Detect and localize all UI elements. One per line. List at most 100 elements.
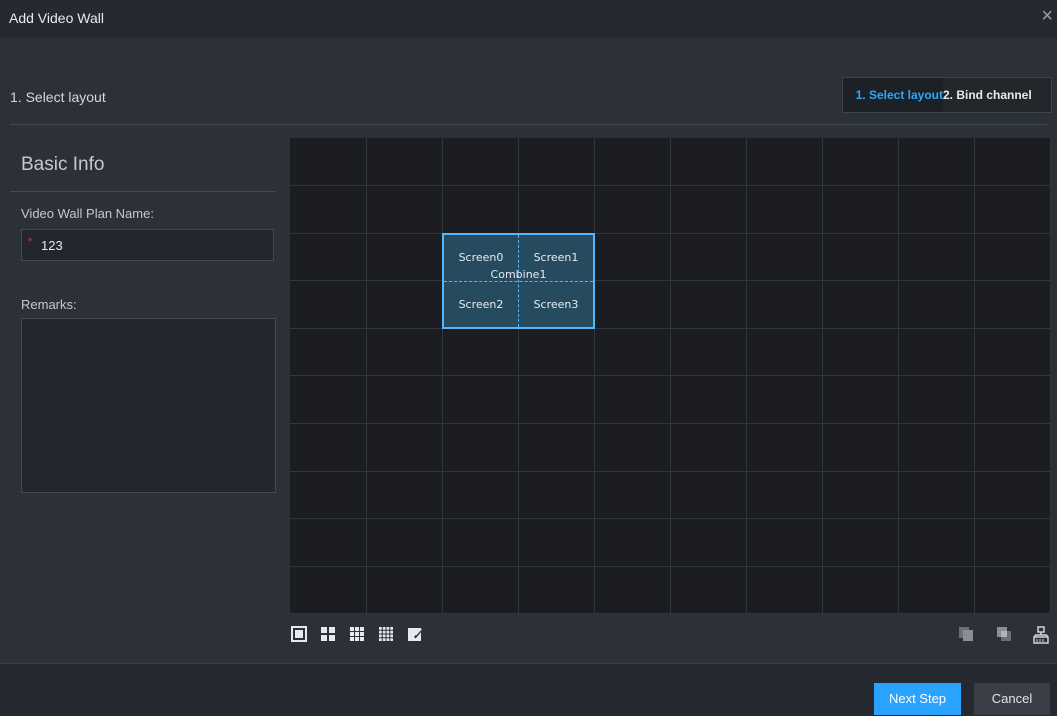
wall-grid-cell[interactable] [442, 376, 519, 425]
merge-icon[interactable] [996, 626, 1012, 642]
wall-grid-cell[interactable] [670, 138, 747, 187]
wall-grid-cell[interactable] [366, 566, 443, 615]
close-icon[interactable]: × [1041, 6, 1053, 26]
wall-grid-cell[interactable] [518, 471, 595, 520]
wall-grid-cell[interactable] [974, 471, 1051, 520]
wall-grid-cell[interactable] [898, 185, 975, 234]
wall-grid-cell[interactable] [442, 566, 519, 615]
wall-grid-cell[interactable] [746, 423, 823, 472]
wall-grid-cell[interactable] [670, 233, 747, 282]
wall-grid-cell[interactable] [974, 423, 1051, 472]
wall-grid-cell[interactable] [822, 280, 899, 329]
video-wall-grid[interactable]: Screen0 Screen1 Screen2 Screen3 Combine1 [290, 138, 1051, 615]
wall-grid-cell[interactable] [594, 280, 671, 329]
wall-grid-cell[interactable] [518, 328, 595, 377]
copy-icon[interactable] [958, 626, 974, 642]
wall-grid-cell[interactable] [518, 376, 595, 425]
wall-grid-cell[interactable] [670, 518, 747, 567]
wall-grid-cell[interactable] [746, 471, 823, 520]
wall-grid-cell[interactable] [366, 138, 443, 187]
wall-grid-cell[interactable] [822, 233, 899, 282]
wall-grid-cell[interactable] [366, 423, 443, 472]
wall-grid-cell[interactable] [290, 233, 367, 282]
wall-grid-cell[interactable] [594, 518, 671, 567]
wall-grid-cell[interactable] [518, 185, 595, 234]
wall-grid-cell[interactable] [746, 518, 823, 567]
wall-grid-cell[interactable] [898, 328, 975, 377]
sixteen-split-icon[interactable] [378, 626, 394, 642]
wall-grid-cell[interactable] [594, 376, 671, 425]
wall-grid-cell[interactable] [670, 328, 747, 377]
wall-grid-cell[interactable] [594, 566, 671, 615]
wall-grid-cell[interactable] [898, 566, 975, 615]
wall-grid-cell[interactable] [974, 376, 1051, 425]
wall-grid-cell[interactable] [670, 566, 747, 615]
wall-grid-cell[interactable] [898, 518, 975, 567]
wall-grid-cell[interactable] [518, 423, 595, 472]
wall-grid-cell[interactable] [518, 138, 595, 187]
wall-grid-cell[interactable] [822, 376, 899, 425]
wall-grid-cell[interactable] [898, 471, 975, 520]
wall-grid-cell[interactable] [822, 471, 899, 520]
wall-grid-cell[interactable] [366, 233, 443, 282]
wall-grid-cell[interactable] [822, 328, 899, 377]
wall-grid-cell[interactable] [594, 233, 671, 282]
wall-grid-cell[interactable] [746, 185, 823, 234]
wall-grid-cell[interactable] [442, 471, 519, 520]
wall-grid-cell[interactable] [746, 138, 823, 187]
wall-grid-cell[interactable] [746, 376, 823, 425]
wall-grid-cell[interactable] [822, 138, 899, 187]
nine-split-icon[interactable] [349, 626, 365, 642]
wall-grid-cell[interactable] [670, 185, 747, 234]
step-select-layout[interactable]: 1. Select layout [843, 78, 943, 112]
cancel-button[interactable]: Cancel [974, 683, 1050, 715]
wall-grid-cell[interactable] [746, 233, 823, 282]
wall-grid-cell[interactable] [594, 328, 671, 377]
wall-grid-cell[interactable] [898, 423, 975, 472]
wall-grid-cell[interactable] [974, 233, 1051, 282]
wall-grid-cell[interactable] [746, 328, 823, 377]
custom-edit-icon[interactable] [407, 626, 423, 642]
wall-grid-cell[interactable] [974, 280, 1051, 329]
wall-grid-cell[interactable] [746, 280, 823, 329]
wall-grid-cell[interactable] [518, 518, 595, 567]
wall-grid-cell[interactable] [822, 423, 899, 472]
wall-grid-cell[interactable] [822, 518, 899, 567]
network-icon[interactable] [1033, 626, 1049, 644]
wall-grid-cell[interactable] [594, 471, 671, 520]
wall-grid-cell[interactable] [290, 280, 367, 329]
combine-screen-group[interactable]: Screen0 Screen1 Screen2 Screen3 Combine1 [442, 233, 595, 329]
wall-grid-cell[interactable] [290, 423, 367, 472]
wall-grid-cell[interactable] [290, 328, 367, 377]
wall-grid-cell[interactable] [898, 233, 975, 282]
wall-grid-cell[interactable] [594, 138, 671, 187]
wall-grid-cell[interactable] [366, 280, 443, 329]
wall-grid-cell[interactable] [974, 328, 1051, 377]
wall-grid-cell[interactable] [898, 280, 975, 329]
wall-grid-cell[interactable] [974, 138, 1051, 187]
wall-grid-cell[interactable] [594, 423, 671, 472]
plan-name-input[interactable]: * 123 [21, 229, 274, 261]
wall-grid-cell[interactable] [366, 185, 443, 234]
wall-grid-cell[interactable] [442, 138, 519, 187]
screen-tile[interactable]: Screen3 [519, 282, 593, 328]
wall-grid-cell[interactable] [442, 328, 519, 377]
wall-grid-cell[interactable] [670, 280, 747, 329]
wall-grid-cell[interactable] [442, 185, 519, 234]
next-step-button[interactable]: Next Step [874, 683, 961, 715]
wall-grid-cell[interactable] [290, 138, 367, 187]
wall-grid-cell[interactable] [290, 376, 367, 425]
wall-grid-cell[interactable] [442, 423, 519, 472]
wall-grid-cell[interactable] [366, 518, 443, 567]
wall-grid-cell[interactable] [442, 518, 519, 567]
four-split-icon[interactable] [320, 626, 336, 642]
wall-grid-cell[interactable] [366, 471, 443, 520]
wall-grid-cell[interactable] [822, 566, 899, 615]
wall-grid-cell[interactable] [670, 471, 747, 520]
wall-grid-cell[interactable] [290, 566, 367, 615]
wall-grid-cell[interactable] [670, 376, 747, 425]
wall-grid-cell[interactable] [594, 185, 671, 234]
wall-grid-cell[interactable] [898, 376, 975, 425]
wall-grid-cell[interactable] [290, 518, 367, 567]
wall-grid-cell[interactable] [898, 138, 975, 187]
